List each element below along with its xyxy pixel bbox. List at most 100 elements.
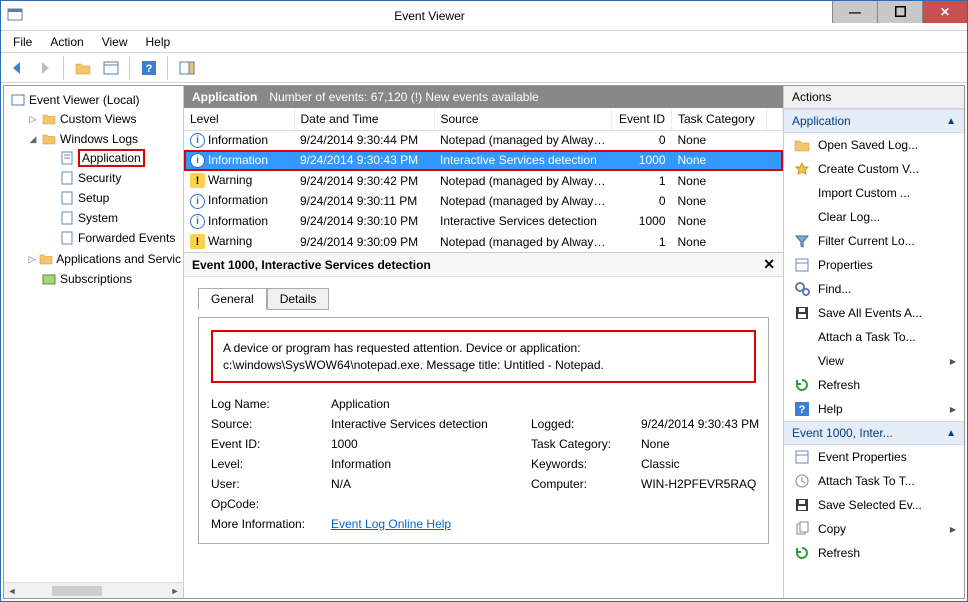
scroll-thumb[interactable] <box>52 586 102 596</box>
col-category[interactable]: Task Category <box>672 108 767 130</box>
action-item[interactable]: Save All Events A... <box>784 301 964 325</box>
action-item[interactable]: Save Selected Ev... <box>784 493 964 517</box>
grid-header-row[interactable]: Level Date and Time Source Event ID Task… <box>184 108 783 130</box>
toolbar-help-button[interactable]: ? <box>137 56 161 80</box>
tree-apps-services[interactable]: ▷ Applications and Servic <box>28 250 181 268</box>
cell-category: None <box>672 232 767 252</box>
cell-eventid: 0 <box>612 191 672 211</box>
cell-level: iInformation <box>184 130 294 150</box>
tab-details[interactable]: Details <box>267 288 330 310</box>
forward-button[interactable] <box>33 56 57 80</box>
folder-icon <box>39 251 53 267</box>
event-log-online-help-link[interactable]: Event Log Online Help <box>331 517 451 531</box>
grid-row[interactable]: !Warning9/24/2014 9:30:09 PMNotepad (man… <box>184 232 783 252</box>
action-item[interactable]: Copy <box>784 517 964 541</box>
col-source[interactable]: Source <box>434 108 612 130</box>
grid-row[interactable]: !Warning9/24/2014 9:30:42 PMNotepad (man… <box>184 171 783 191</box>
k-cat: Task Category: <box>531 437 641 451</box>
minimize-button[interactable]: — <box>832 1 877 23</box>
action-item[interactable]: Filter Current Lo... <box>784 229 964 253</box>
scroll-right-button[interactable]: ► <box>167 583 183 599</box>
menu-view[interactable]: View <box>94 33 136 51</box>
tab-panel-general: A device or program has requested attent… <box>198 317 769 543</box>
tree-custom-views[interactable]: ▷ Custom Views <box>28 110 181 128</box>
tab-general[interactable]: General <box>198 288 267 310</box>
grid-row[interactable]: iInformation9/24/2014 9:30:44 PMNotepad … <box>184 130 783 150</box>
grid-row[interactable]: iInformation9/24/2014 9:30:43 PMInteract… <box>184 150 783 170</box>
tree-setup[interactable]: Setup <box>46 189 181 207</box>
tree-subscriptions[interactable]: Subscriptions <box>28 270 181 288</box>
action-item[interactable]: Properties <box>784 253 964 277</box>
event-grid[interactable]: Level Date and Time Source Event ID Task… <box>184 108 783 253</box>
scroll-left-button[interactable]: ◄ <box>4 583 20 599</box>
cell-category: None <box>672 150 767 170</box>
col-level[interactable]: Level <box>184 108 294 130</box>
chevron-up-icon[interactable]: ▲ <box>946 116 956 127</box>
v-eid: 1000 <box>331 437 531 451</box>
actions-list-event: Event Properties Attach Task To T...Save … <box>784 445 964 565</box>
tree-system[interactable]: System <box>46 209 181 227</box>
action-item[interactable]: Clear Log... <box>784 205 964 229</box>
v-user: N/A <box>331 477 531 491</box>
open-icon <box>794 137 810 153</box>
action-label: Save All Events A... <box>818 306 922 320</box>
chevron-up-icon[interactable]: ▲ <box>946 428 956 439</box>
tree-scrollbar-horizontal[interactable]: ◄ ► <box>4 582 183 598</box>
action-item[interactable]: Refresh <box>784 541 964 565</box>
action-item[interactable]: Open Saved Log... <box>784 133 964 157</box>
action-item[interactable]: Create Custom V... <box>784 157 964 181</box>
tree-forwarded[interactable]: Forwarded Events <box>46 229 181 247</box>
v-level: Information <box>331 457 531 471</box>
close-button[interactable]: ✕ <box>922 1 967 23</box>
maximize-button[interactable] <box>877 1 922 23</box>
col-datetime[interactable]: Date and Time <box>294 108 434 130</box>
action-item[interactable]: Find... <box>784 277 964 301</box>
actions-section-event[interactable]: Event 1000, Inter... ▲ <box>784 421 964 445</box>
tree-windows-logs[interactable]: ◢ Windows Logs <box>28 130 181 148</box>
action-item[interactable]: Import Custom ... <box>784 181 964 205</box>
expand-icon[interactable]: ▷ <box>28 254 36 265</box>
cell-eventid: 1000 <box>612 150 672 170</box>
expand-icon[interactable]: ▷ <box>28 114 38 125</box>
toolbar-folder-button[interactable] <box>71 56 95 80</box>
action-item[interactable]: Refresh <box>784 373 964 397</box>
menu-help[interactable]: Help <box>138 33 179 51</box>
info-icon: i <box>190 214 205 229</box>
collapse-icon[interactable]: ◢ <box>28 134 38 145</box>
back-button[interactable] <box>5 56 29 80</box>
tree-application[interactable]: Application <box>46 149 181 167</box>
grid-row[interactable]: iInformation9/24/2014 9:30:11 PMNotepad … <box>184 191 783 211</box>
actions-section-application[interactable]: Application ▲ <box>784 109 964 133</box>
menu-action[interactable]: Action <box>42 33 91 51</box>
menubar: File Action View Help <box>1 31 967 53</box>
action-item[interactable]: Attach a Task To... <box>784 325 964 349</box>
toolbar-properties-button[interactable] <box>99 56 123 80</box>
action-label: Event Properties <box>818 450 907 464</box>
action-item[interactable]: Attach Task To T... <box>784 469 964 493</box>
nav-tree[interactable]: Event Viewer (Local) ▷ Custom Views <box>4 86 184 598</box>
tree-label: Applications and Servic <box>56 252 181 266</box>
prop-icon <box>794 449 810 465</box>
menu-file[interactable]: File <box>5 33 40 51</box>
log-icon <box>59 170 75 186</box>
grid-row[interactable]: iInformation9/24/2014 9:30:10 PMInteract… <box>184 211 783 231</box>
tree-security[interactable]: Security <box>46 169 181 187</box>
action-label: Copy <box>818 522 846 536</box>
app-window: Event Viewer — ✕ File Action View Help ? <box>0 0 968 602</box>
col-eventid[interactable]: Event ID <box>612 108 672 130</box>
log-icon <box>59 230 75 246</box>
tree-root[interactable]: Event Viewer (Local) <box>10 91 181 109</box>
cell-level: !Warning <box>184 171 294 191</box>
action-item[interactable]: View <box>784 349 964 373</box>
tree-label: Security <box>78 171 121 185</box>
detail-close-button[interactable]: ✕ <box>763 256 775 273</box>
refresh-icon <box>794 377 810 393</box>
actions-header: Actions <box>784 86 964 109</box>
toolbar-panel-button[interactable] <box>175 56 199 80</box>
app-icon <box>7 6 27 26</box>
action-item[interactable]: Event Properties <box>784 445 964 469</box>
action-item[interactable]: ?Help <box>784 397 964 421</box>
actions-section-label: Application <box>792 114 851 128</box>
event-message: A device or program has requested attent… <box>211 330 756 382</box>
svg-text:?: ? <box>146 63 153 75</box>
